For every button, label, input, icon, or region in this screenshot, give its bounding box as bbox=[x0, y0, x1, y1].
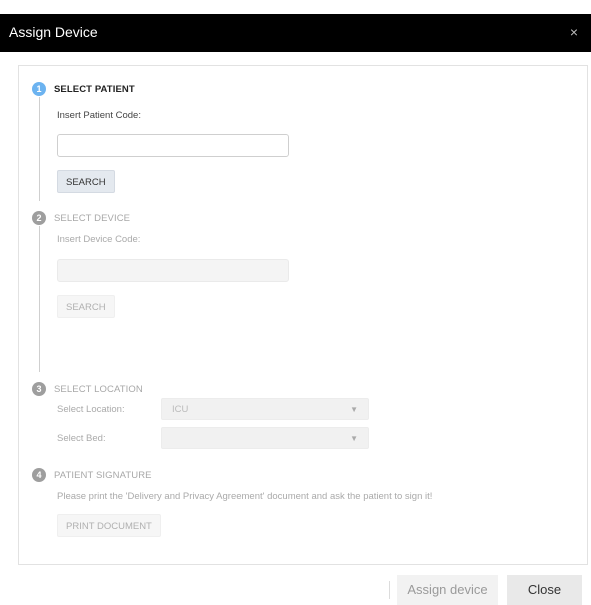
step-connector-line bbox=[39, 226, 40, 372]
location-select-value: ICU bbox=[172, 404, 189, 415]
step-4-title: PATIENT SIGNATURE bbox=[54, 470, 152, 481]
patient-code-label: Insert Patient Code: bbox=[57, 110, 141, 121]
close-button[interactable]: Close bbox=[507, 575, 582, 605]
step-4-badge: 4 bbox=[32, 468, 46, 482]
search-device-button[interactable]: SEARCH bbox=[57, 295, 115, 318]
select-location-label: Select Location: bbox=[57, 404, 125, 415]
step-connector-line bbox=[39, 97, 40, 201]
assign-device-button[interactable]: Assign device bbox=[397, 575, 498, 605]
chevron-down-icon: ▼ bbox=[350, 434, 358, 443]
footer-divider bbox=[389, 581, 390, 599]
step-2-badge: 2 bbox=[32, 211, 46, 225]
step-3-badge: 3 bbox=[32, 382, 46, 396]
step-2-title: SELECT DEVICE bbox=[54, 213, 131, 224]
device-code-input[interactable] bbox=[57, 259, 289, 282]
step-1-title: SELECT PATIENT bbox=[54, 84, 135, 95]
step-1-badge: 1 bbox=[32, 82, 46, 96]
bed-select[interactable]: ▼ bbox=[161, 427, 369, 449]
close-icon[interactable]: × bbox=[570, 25, 578, 39]
device-code-label: Insert Device Code: bbox=[57, 234, 141, 245]
dialog-titlebar: Assign Device × bbox=[0, 14, 591, 52]
step-3-title: SELECT LOCATION bbox=[54, 384, 143, 395]
search-patient-button[interactable]: SEARCH bbox=[57, 170, 115, 193]
print-document-button[interactable]: PRINT DOCUMENT bbox=[57, 514, 161, 537]
signature-instruction: Please print the 'Delivery and Privacy A… bbox=[57, 491, 433, 502]
dialog-title: Assign Device bbox=[9, 24, 98, 40]
patient-code-input[interactable] bbox=[57, 134, 289, 157]
chevron-down-icon: ▼ bbox=[350, 405, 358, 414]
location-select[interactable]: ICU ▼ bbox=[161, 398, 369, 420]
select-bed-label: Select Bed: bbox=[57, 433, 106, 444]
